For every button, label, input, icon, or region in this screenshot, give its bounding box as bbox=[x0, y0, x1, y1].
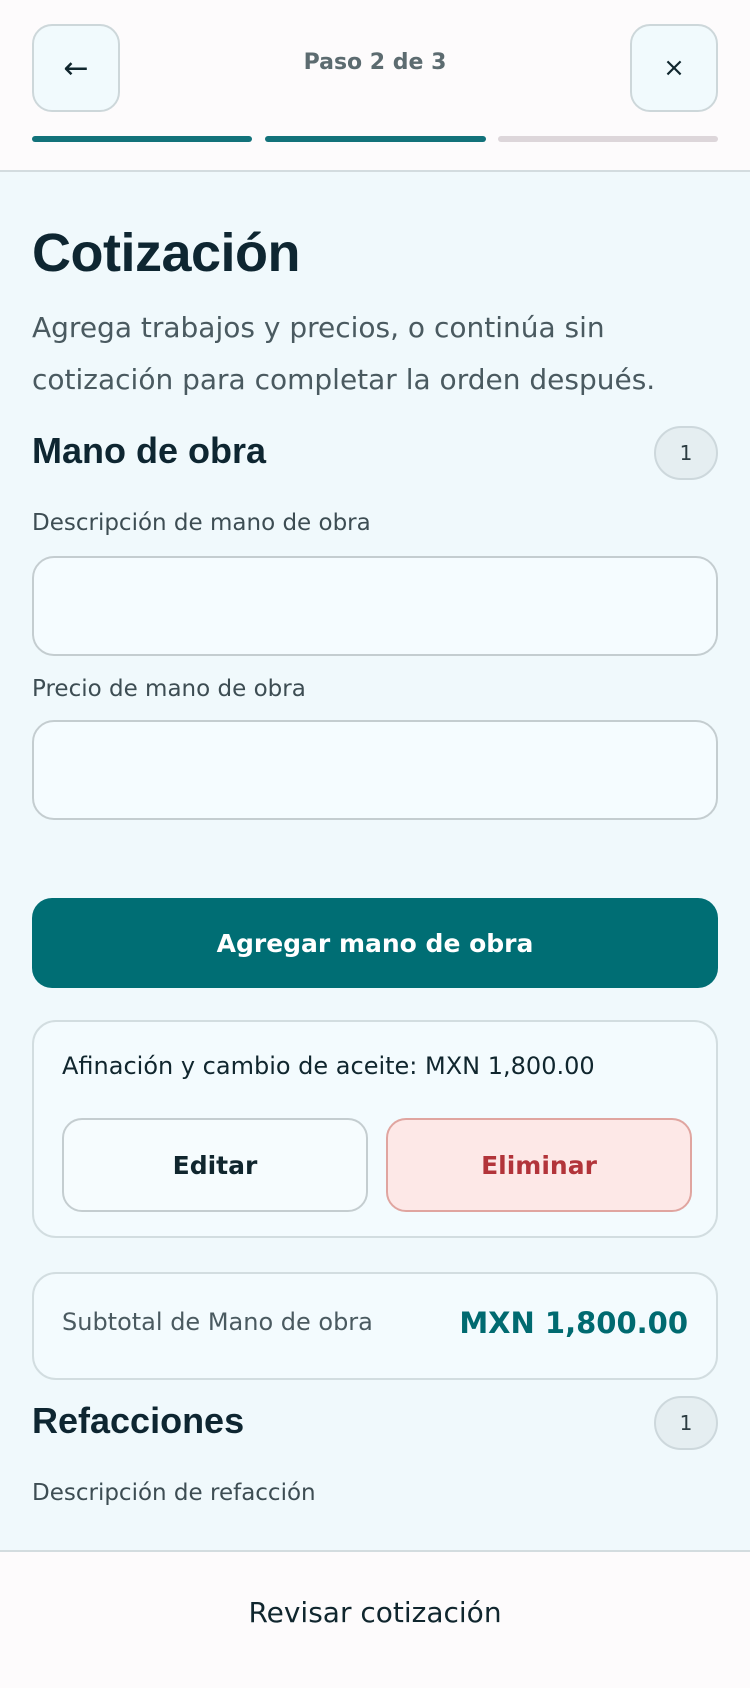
progress-segment-3 bbox=[498, 136, 718, 142]
review-quote-button[interactable]: Revisar cotización bbox=[0, 1596, 750, 1629]
labor-description-input[interactable] bbox=[32, 556, 718, 656]
parts-count-badge: 1 bbox=[654, 1396, 718, 1450]
parts-section-title: Refacciones bbox=[32, 1400, 245, 1441]
labor-item-text: Afinación y cambio de aceite: MXN 1,800.… bbox=[62, 1052, 595, 1080]
labor-description-label: Descripción de mano de obra bbox=[32, 510, 371, 536]
top-bar: ← Paso 2 de 3 × bbox=[0, 0, 750, 172]
labor-price-input[interactable] bbox=[32, 720, 718, 820]
close-icon: × bbox=[663, 53, 685, 83]
labor-price-label: Precio de mano de obra bbox=[32, 676, 306, 702]
edit-labor-item-button[interactable]: Editar bbox=[62, 1118, 368, 1212]
delete-labor-item-button[interactable]: Eliminar bbox=[386, 1118, 692, 1212]
labor-subtotal-value: MXN 1,800.00 bbox=[459, 1306, 688, 1340]
add-labor-button[interactable]: Agregar mano de obra bbox=[32, 898, 718, 988]
bottom-bar: Revisar cotización bbox=[0, 1550, 750, 1688]
page-subtitle: Agrega trabajos y precios, o continúa si… bbox=[32, 311, 656, 396]
page-title: Cotización bbox=[32, 223, 301, 283]
progress-segment-1 bbox=[32, 136, 252, 142]
parts-description-label: Descripción de refacción bbox=[32, 1480, 316, 1506]
labor-subtotal-label: Subtotal de Mano de obra bbox=[62, 1308, 373, 1336]
progress-segment-2 bbox=[265, 136, 486, 142]
labor-subtotal-card: Subtotal de Mano de obra MXN 1,800.00 bbox=[32, 1272, 718, 1380]
labor-count-badge: 1 bbox=[654, 426, 718, 480]
close-button[interactable]: × bbox=[630, 24, 718, 112]
labor-section-title: Mano de obra bbox=[32, 430, 267, 471]
labor-item-card: Afinación y cambio de aceite: MXN 1,800.… bbox=[32, 1020, 718, 1238]
